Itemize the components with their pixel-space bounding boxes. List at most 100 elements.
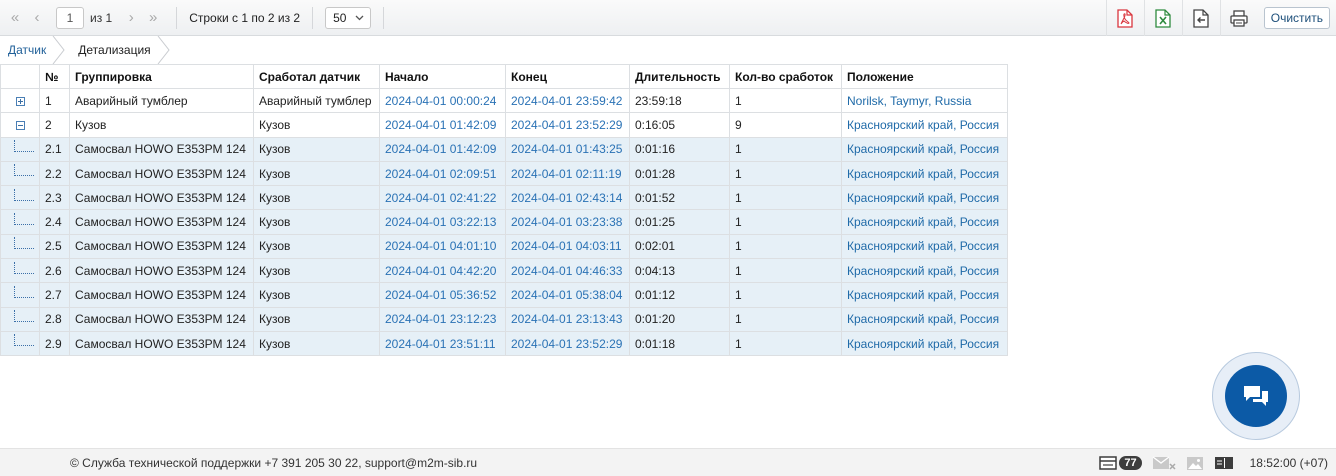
start-time-cell[interactable]: 2024-04-01 04:01:10 [379, 233, 506, 260]
table-row[interactable]: 2.9 Самосвал HOWO Е353РМ 124 Кузов 2024-04-… [0, 330, 1008, 357]
row-number-cell: 2.3 [39, 185, 70, 211]
breadcrumb-item-sensor[interactable]: Датчик [0, 36, 65, 64]
table-row[interactable]: 2.5 Самосвал HOWO Е353РМ 124 Кузов 2024-04-… [0, 233, 1008, 260]
start-time-cell[interactable]: 2024-04-01 03:22:13 [379, 209, 506, 235]
tree-connector-icon [14, 261, 34, 274]
column-header[interactable]: Длительность [629, 64, 730, 89]
clear-button[interactable]: Очистить [1263, 7, 1330, 29]
start-time-cell[interactable]: 2024-04-01 01:42:09 [379, 112, 506, 138]
images-button[interactable] [1186, 456, 1204, 471]
image-icon [1186, 456, 1203, 470]
column-header[interactable]: № [39, 64, 70, 89]
import-button[interactable] [1181, 0, 1220, 36]
table-row[interactable]: 2.3 Самосвал HOWO Е353РМ 124 Кузов 2024-04-… [0, 185, 1008, 211]
group-cell: Самосвал HOWO Е353РМ 124 [69, 306, 254, 332]
start-time-cell[interactable]: 2024-04-01 00:00:24 [379, 87, 506, 114]
chat-button[interactable] [1212, 352, 1300, 440]
next-page-icon[interactable]: › [120, 7, 142, 29]
pdf-export-button[interactable] [1105, 0, 1144, 36]
report-page: « ‹ из 1 › » Строки с 1 по 2 из 2 50 [0, 0, 1336, 476]
column-header[interactable]: Начало [379, 64, 506, 89]
page-size-select[interactable]: 50 [325, 6, 372, 29]
start-time-cell[interactable]: 2024-04-01 23:12:23 [379, 306, 506, 332]
location-cell[interactable]: Красноярский край, Россия [841, 330, 1008, 357]
column-header[interactable]: Положение [841, 64, 1008, 89]
group-cell: Самосвал HOWO Е353РМ 124 [69, 160, 254, 187]
prev-page-icon[interactable]: ‹ [26, 7, 48, 29]
start-time-cell[interactable]: 2024-04-01 01:42:09 [379, 136, 506, 162]
start-time-cell[interactable]: 2024-04-01 05:36:52 [379, 282, 506, 308]
duration-cell: 0:01:28 [629, 160, 730, 187]
tree-connector-icon [14, 285, 34, 298]
breadcrumb-item-details[interactable]: Детализация [56, 36, 170, 64]
end-time-cell[interactable]: 2024-04-01 23:52:29 [505, 112, 630, 138]
end-time-cell[interactable]: 2024-04-01 23:52:29 [505, 330, 630, 357]
duration-cell: 0:04:13 [629, 258, 730, 284]
start-time-cell[interactable]: 2024-04-01 04:42:20 [379, 258, 506, 284]
location-cell[interactable]: Красноярский край, Россия [841, 209, 1008, 235]
trigger-count-cell: 1 [729, 136, 842, 162]
table-row[interactable]: 2.8 Самосвал HOWO Е353РМ 124 Кузов 2024-04-… [0, 306, 1008, 332]
column-header[interactable]: Кол-во сработок [729, 64, 842, 89]
sensor-cell: Кузов [253, 233, 380, 260]
expander-cell [0, 160, 40, 187]
table-row[interactable]: 1 Аварийный тумблер Аварийный тумблер 2024-… [0, 87, 1008, 114]
mail-button[interactable] [1152, 456, 1176, 470]
first-page-icon[interactable]: « [4, 7, 26, 29]
location-cell[interactable]: Красноярский край, Россия [841, 306, 1008, 332]
location-cell[interactable]: Красноярский край, Россия [841, 160, 1008, 187]
excel-export-button[interactable] [1143, 0, 1182, 36]
location-cell[interactable]: Красноярский край, Россия [841, 233, 1008, 260]
column-header[interactable]: Сработал датчик [253, 64, 380, 89]
location-cell[interactable]: Красноярский край, Россия [841, 112, 1008, 138]
messages-button[interactable]: 77 [1099, 456, 1142, 470]
location-cell[interactable]: Красноярский край, Россия [841, 258, 1008, 284]
table-row[interactable]: 2.1 Самосвал HOWO Е353РМ 124 Кузов 2024-04-… [0, 136, 1008, 162]
end-time-cell[interactable]: 2024-04-01 05:38:04 [505, 282, 630, 308]
start-time-cell[interactable]: 2024-04-01 02:41:22 [379, 185, 506, 211]
end-time-cell[interactable]: 2024-04-01 03:23:38 [505, 209, 630, 235]
end-time-cell[interactable]: 2024-04-01 04:46:33 [505, 258, 630, 284]
table-row[interactable]: 2.7 Самосвал HOWO Е353РМ 124 Кузов 2024-04-… [0, 282, 1008, 308]
last-page-icon[interactable]: » [142, 7, 164, 29]
column-header[interactable]: Группировка [69, 64, 254, 89]
column-header[interactable]: Конец [505, 64, 630, 89]
sensor-cell: Кузов [253, 209, 380, 235]
start-time-cell[interactable]: 2024-04-01 23:51:11 [379, 330, 506, 357]
end-time-cell[interactable]: 2024-04-01 23:59:42 [505, 87, 630, 114]
row-number-cell: 1 [39, 87, 70, 114]
start-time-cell[interactable]: 2024-04-01 02:09:51 [379, 160, 506, 187]
duration-cell: 0:16:05 [629, 112, 730, 138]
end-time-cell[interactable]: 2024-04-01 02:43:14 [505, 185, 630, 211]
print-button[interactable] [1219, 0, 1258, 36]
sensor-cell: Кузов [253, 306, 380, 332]
trigger-count-cell: 1 [729, 160, 842, 187]
expander-cell [0, 282, 40, 308]
location-cell[interactable]: Norilsk, Taymyr, Russia [841, 87, 1008, 114]
location-cell[interactable]: Красноярский край, Россия [841, 136, 1008, 162]
end-time-cell[interactable]: 2024-04-01 01:43:25 [505, 136, 630, 162]
table-row[interactable]: 2.6 Самосвал HOWO Е353РМ 124 Кузов 2024-04-… [0, 258, 1008, 284]
end-time-cell[interactable]: 2024-04-01 02:11:19 [505, 160, 630, 187]
table-header-row: № Группировка Сработал датчик Начало Кон… [0, 64, 1008, 89]
reading-mode-button[interactable] [1214, 456, 1234, 470]
end-time-cell[interactable]: 2024-04-01 04:03:11 [505, 233, 630, 260]
mail-icon [1152, 456, 1176, 470]
end-time-cell[interactable]: 2024-04-01 23:13:43 [505, 306, 630, 332]
table-row[interactable]: 2.2 Самосвал HOWO Е353РМ 124 Кузов 2024-04-… [0, 160, 1008, 187]
sensor-cell: Кузов [253, 112, 380, 138]
tree-connector-icon [14, 140, 34, 153]
expand-plus-icon[interactable] [15, 96, 25, 106]
sensor-cell: Кузов [253, 136, 380, 162]
page-number-input[interactable] [56, 6, 84, 29]
table-row[interactable]: 2.4 Самосвал HOWO Е353РМ 124 Кузов 2024-04-… [0, 209, 1008, 235]
row-number-cell: 2.1 [39, 136, 70, 162]
collapse-minus-icon[interactable] [15, 121, 25, 131]
row-number-cell: 2.4 [39, 209, 70, 235]
location-cell[interactable]: Красноярский край, Россия [841, 185, 1008, 211]
table-row[interactable]: 2 Кузов Кузов 2024-04-01 01:42:09 2024-04-01… [0, 112, 1008, 138]
duration-cell: 0:02:01 [629, 233, 730, 260]
pager-toolbar: « ‹ из 1 › » Строки с 1 по 2 из 2 50 [0, 0, 1336, 36]
breadcrumb-label: Детализация [78, 43, 151, 57]
location-cell[interactable]: Красноярский край, Россия [841, 282, 1008, 308]
